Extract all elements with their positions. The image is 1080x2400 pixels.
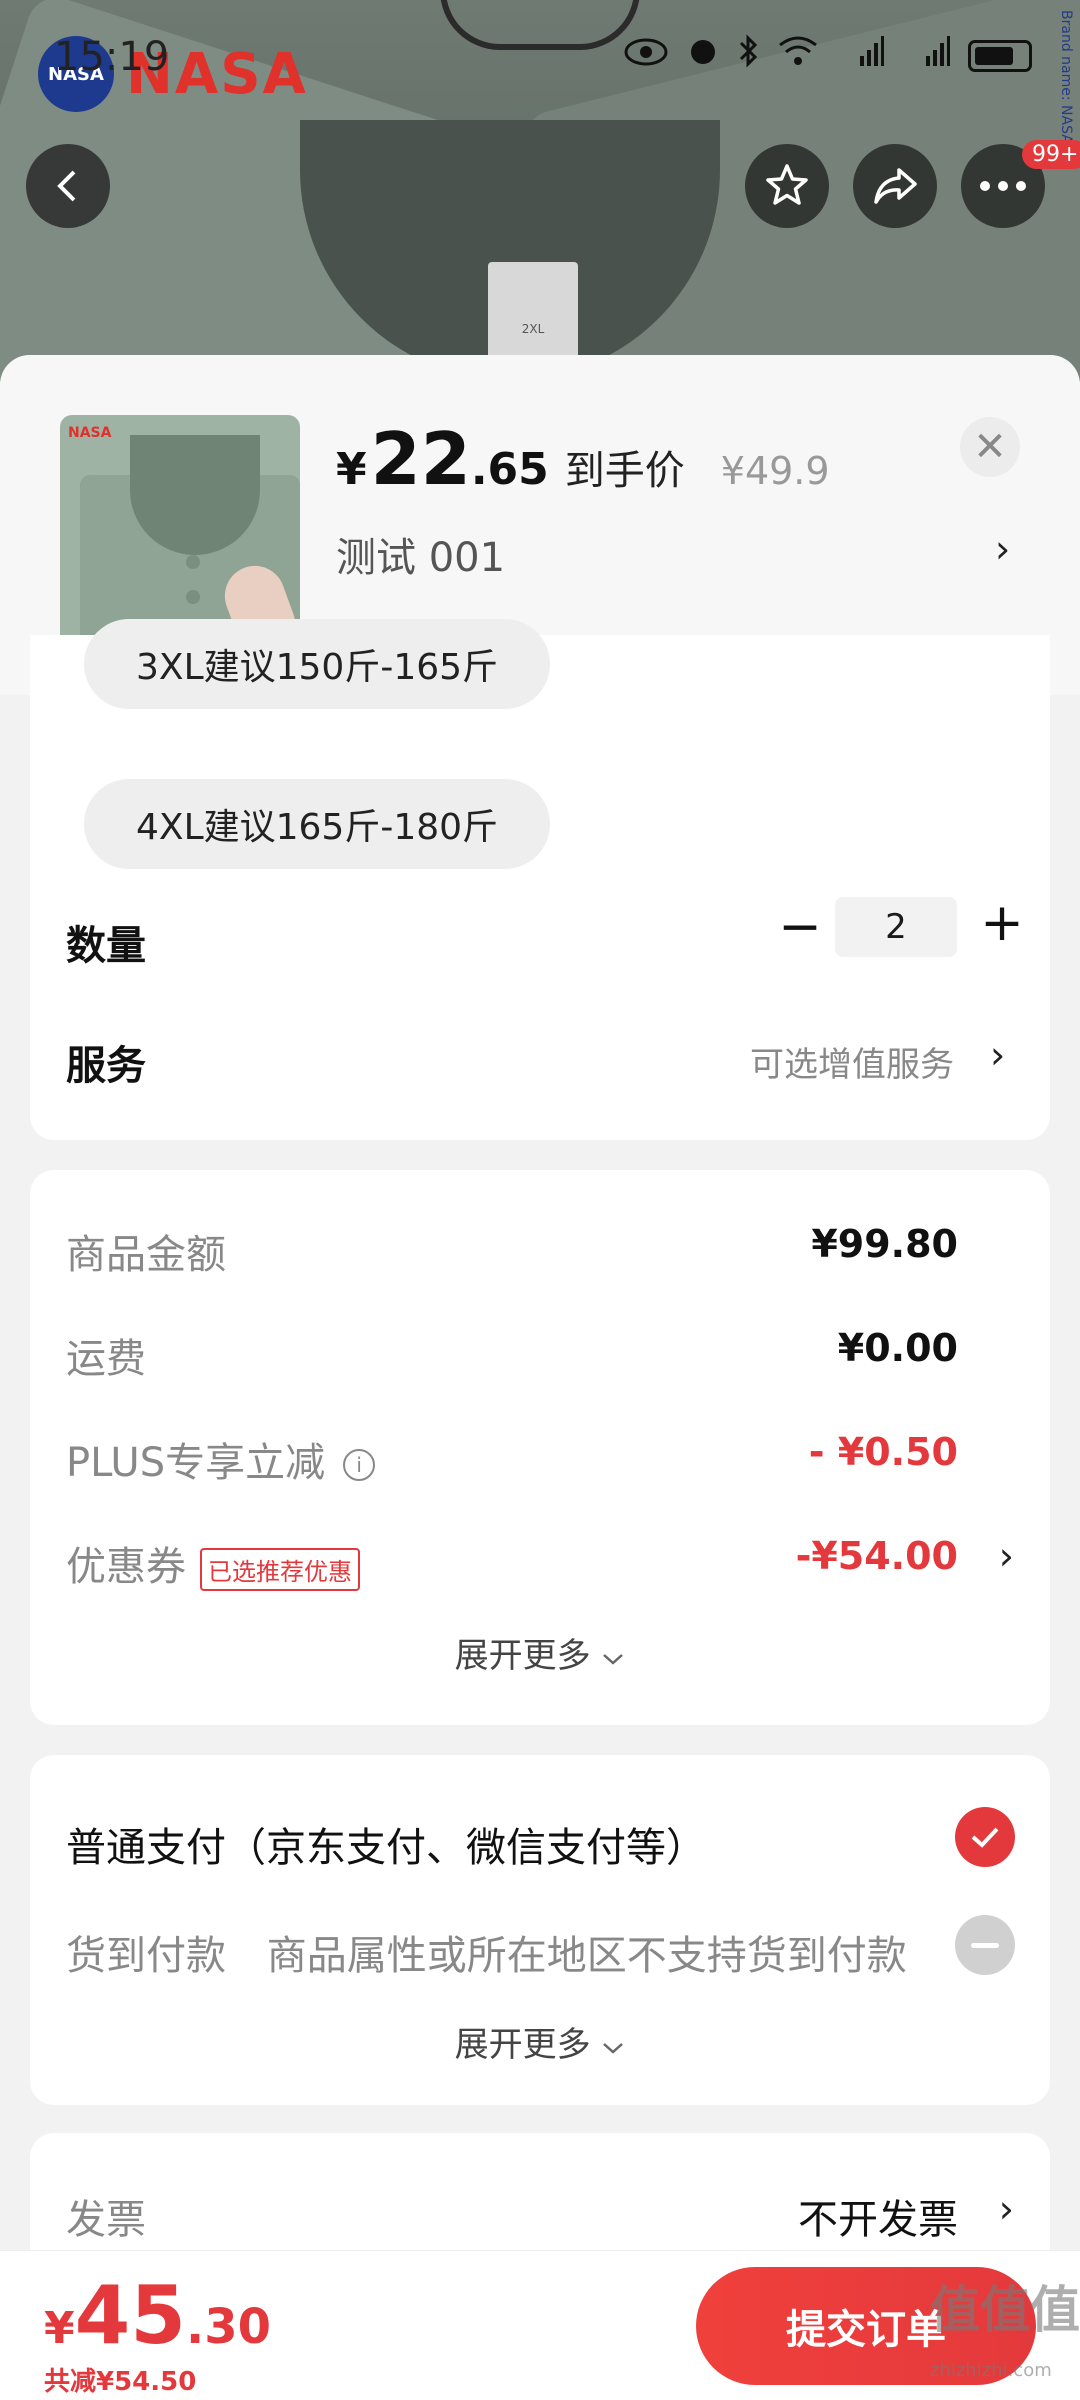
invoice-label: 发票 (66, 2197, 146, 2243)
service-value[interactable]: 可选增值服务 (750, 1037, 954, 1086)
alarm-icon (686, 34, 720, 77)
signal-4g-icon-2 (902, 34, 950, 77)
amount-card: 商品金额 ¥99.80 运费 ¥0.00 PLUS专享立减 i - ¥0.50 优… (30, 1170, 1050, 1725)
freight-label: 运费 (66, 1336, 146, 1382)
thumb-logo: NASA (68, 425, 112, 441)
price-integer: 22 (370, 417, 471, 501)
total-price: ¥ 45 .30 (44, 2269, 271, 2362)
payment-normal-option[interactable]: 普通支付（京东支付、微信支付等） (66, 1815, 706, 1873)
price-label: 到手价 (564, 448, 685, 494)
chevron-right-icon[interactable]: › (999, 2187, 1014, 2231)
checkout-bar: ¥ 45 .30 共减¥54.50 提交订单 (0, 2250, 1080, 2400)
cod-note: 商品属性或所在地区不支持货到付款 (266, 1933, 907, 1979)
spec-card: 3XL建议150斤-165斤 4XL建议165斤-180斤 数量 − 2 + 服… (30, 619, 1050, 1140)
price-symbol: ¥ (336, 444, 367, 495)
size-option-4xl[interactable]: 4XL建议165斤-180斤 (84, 779, 551, 869)
goods-amount-value: ¥99.80 (811, 1222, 958, 1266)
size-option-3xl[interactable]: 3XL建议150斤-165斤 (84, 619, 551, 709)
chevron-down-icon (603, 1654, 624, 1665)
expand-label: 展开更多 (454, 2025, 591, 2065)
thumb-shirt-button (186, 555, 200, 569)
price-decimal: .65 (470, 444, 549, 495)
total-saved: 共减¥54.50 (44, 2367, 197, 2397)
chevron-left-icon (57, 170, 76, 202)
check-icon[interactable] (955, 1807, 1015, 1867)
thumb-shirt-button (186, 590, 200, 604)
coupon-label: 优惠券 (66, 1544, 186, 1590)
quantity-input[interactable]: 2 (835, 897, 957, 957)
quantity-decrease-button[interactable]: − (770, 897, 830, 957)
status-time: 15:19 (54, 34, 170, 80)
expand-more-amounts[interactable]: 展开更多 (30, 1628, 1050, 1677)
share-button[interactable] (853, 144, 937, 228)
close-button[interactable]: ✕ (960, 417, 1020, 477)
invoice-row[interactable]: 发票 不开发票 › (66, 2187, 1014, 2247)
bluetooth-icon (738, 34, 760, 77)
coupon-value: -¥54.00 (795, 1534, 958, 1578)
eye-icon (624, 36, 668, 76)
goods-amount-row: 商品金额 ¥99.80 (66, 1222, 1014, 1282)
disabled-icon (955, 1915, 1015, 1975)
coupon-label-wrap: 优惠券 已选推荐优惠 (66, 1534, 360, 1592)
freight-value: ¥0.00 (837, 1326, 958, 1370)
more-dots-icon (980, 181, 1026, 191)
payment-card: 普通支付（京东支付、微信支付等） 货到付款 商品属性或所在地区不支持货到付款 展… (30, 1755, 1050, 2105)
plus-discount-row: PLUS专享立减 i - ¥0.50 (66, 1430, 1014, 1490)
info-icon[interactable]: i (343, 1449, 376, 1481)
watermark-url: zhizhizhi.com (930, 2360, 1052, 2381)
service-label: 服务 (66, 1043, 146, 1089)
status-icons (624, 34, 1032, 77)
coupon-row[interactable]: 优惠券 已选推荐优惠 -¥54.00 › (66, 1534, 1014, 1594)
share-icon (874, 168, 917, 204)
message-count-badge: 99+ (1022, 140, 1080, 169)
star-icon (766, 164, 808, 205)
chevron-right-icon[interactable]: › (990, 1033, 1005, 1077)
favorite-button[interactable] (745, 144, 829, 228)
original-price: ¥49.9 (720, 449, 830, 493)
status-bar: NASA NASA 15:19 (0, 0, 1080, 112)
plus-discount-value: - ¥0.50 (808, 1430, 958, 1474)
payment-cod-option: 货到付款 商品属性或所在地区不支持货到付款 (66, 1923, 907, 1981)
order-sheet: NASA ¥ 22 .65 到手价 ¥49.9 ✕ 测试 001 › 3XL建议… (0, 355, 1080, 2400)
battery-icon (968, 39, 1032, 72)
invoice-value: 不开发票 (798, 2197, 958, 2243)
back-button[interactable] (26, 144, 110, 228)
total-decimal: .30 (185, 2299, 271, 2355)
cod-label: 货到付款 (66, 1933, 226, 1979)
chevron-down-icon (603, 2043, 624, 2054)
expand-label: 展开更多 (454, 1636, 591, 1676)
coupon-tag: 已选推荐优惠 (200, 1547, 360, 1591)
plus-discount-label-wrap: PLUS专享立减 i (66, 1430, 376, 1488)
total-integer: 45 (74, 2269, 186, 2362)
signal-4g-icon (836, 34, 884, 77)
selected-variant[interactable]: 测试 001 (336, 525, 505, 583)
plus-discount-label: PLUS专享立减 (66, 1440, 326, 1486)
product-price: ¥ 22 .65 到手价 ¥49.9 (336, 417, 830, 501)
freight-row: 运费 ¥0.00 (66, 1326, 1014, 1386)
chevron-right-icon[interactable]: › (999, 1534, 1014, 1578)
wifi-icon (778, 35, 818, 76)
goods-amount-label: 商品金额 (66, 1232, 226, 1278)
total-symbol: ¥ (44, 2303, 75, 2354)
chevron-right-icon[interactable]: › (995, 527, 1010, 571)
watermark-logo: 值值值 (930, 2281, 1080, 2339)
quantity-label: 数量 (66, 923, 146, 969)
expand-more-payment[interactable]: 展开更多 (30, 2017, 1050, 2066)
shirt-size-tag: 2XL (488, 262, 578, 362)
quantity-increase-button[interactable]: + (972, 893, 1032, 953)
close-icon: ✕ (973, 424, 1007, 470)
